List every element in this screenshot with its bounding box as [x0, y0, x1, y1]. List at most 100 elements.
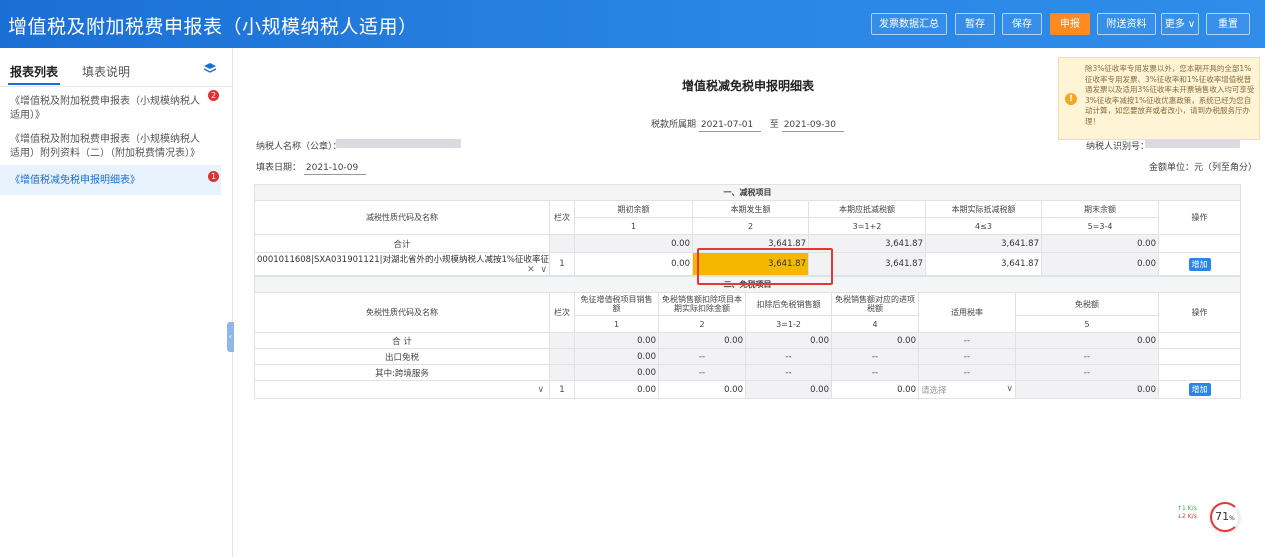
input-tax-input[interactable]: 0.00	[831, 380, 919, 399]
current-amount-input[interactable]: 3,641.87	[692, 252, 809, 276]
table-cell: --	[918, 364, 1016, 381]
table-row: 合 计 0.00 0.00 0.00 0.00 -- 0.00	[254, 332, 1242, 349]
column-subheader: 3=1-2	[745, 315, 832, 333]
chevron-down-icon[interactable]: ✕ ∨	[524, 265, 547, 275]
table-cell: 0.00	[1041, 252, 1159, 276]
reset-button[interactable]: 重置	[1206, 13, 1250, 35]
column-header: 栏次	[549, 292, 575, 333]
form-title: 增值税减免税申报明细表	[682, 79, 815, 93]
fill-date: 填表日期： 2021-10-09	[256, 160, 367, 175]
notice-text: 除3%征收率专用发票以外，您本期开具的全部1%征收率专用发票、3%征收率和1%征…	[1085, 64, 1255, 126]
table-cell: --	[658, 348, 746, 365]
taxpayer-name-label: 纳税人名称（公章）：	[256, 142, 342, 152]
temp-save-button[interactable]: 暂存	[955, 13, 995, 35]
tax-exemption-table: 二、免税项目 免税性质代码及名称 栏次 免征增值税项目销售额 免税销售额扣除项目…	[253, 276, 1242, 399]
sidebar-item-main-form[interactable]: 《增值税及附加税费申报表（小规模纳税人适用）》	[10, 95, 200, 123]
table-cell	[549, 332, 575, 349]
more-dropdown-button[interactable]: 更多 ∨	[1161, 13, 1199, 35]
table-row: 合计 0.00 3,641.87 3,641.87 3,641.87 0.00	[254, 234, 1241, 253]
sidebar-item-reduction-detail[interactable]: 《增值税减免税申报明细表》	[10, 174, 200, 188]
chevron-down-icon: ∨	[1006, 383, 1013, 394]
taxpayer-id-label: 纳税人识别号：	[1086, 142, 1150, 152]
table-cell: --	[918, 348, 1016, 365]
total-label: 合计	[254, 234, 550, 253]
active-tab-underline	[8, 83, 60, 85]
sidebar-item-attachment-two[interactable]: 《增值税及附加税费申报表（小规模纳税人适用）附列资料（二）（附加税费情况表）》	[10, 133, 200, 161]
table-cell: 0.00	[574, 348, 659, 365]
collapse-sidebar-handle[interactable]: ‹	[227, 322, 234, 352]
table-cell: 0.00	[831, 332, 919, 349]
error-count-badge: 1	[208, 171, 219, 182]
page-title: 增值税及附加税费申报表（小规模纳税人适用）	[8, 16, 418, 38]
period-to-field: 2021-09-30	[781, 120, 844, 132]
row-label: 出口免税	[254, 348, 550, 365]
period-from-field: 2021-07-01	[698, 120, 762, 132]
reduction-code-select[interactable]: 0001011608|SXA031901121|对湖北省外的小规模纳税人减按1%…	[254, 252, 550, 276]
add-row-button[interactable]: 增加	[1188, 257, 1211, 271]
chevron-down-icon[interactable]: ∨	[538, 385, 547, 395]
table-cell: --	[1015, 364, 1159, 381]
column-header: 免税销售额扣除项目本期实际扣除金额	[658, 291, 746, 317]
upload-speed: ↑1 K/s	[1177, 505, 1197, 512]
declare-button[interactable]: 申报	[1050, 13, 1090, 35]
table-row: 0001011608|SXA031901121|对湖北省外的小规模纳税人减按1%…	[254, 252, 1241, 276]
save-button[interactable]: 保存	[1002, 13, 1042, 35]
gauge-value: 71	[1215, 510, 1230, 523]
fill-date-label: 填表日期：	[256, 163, 302, 173]
column-header: 栏次	[549, 200, 575, 235]
column-subheader: 2	[658, 315, 746, 333]
taxpayer-name-redacted	[336, 139, 461, 148]
table-cell: 0.00	[574, 234, 693, 253]
period-to-label: 至	[769, 120, 779, 130]
table-row: 出口免税 0.00 -- -- -- -- --	[254, 348, 1242, 365]
column-header: 免税销售额对应的进项税额	[831, 291, 919, 317]
column-subheader: 3=1+2	[808, 217, 926, 235]
actual-deduction-input[interactable]: 3,641.87	[925, 252, 1042, 276]
column-header: 本期应抵减税额	[808, 200, 926, 218]
table-cell	[1158, 234, 1241, 253]
column-subheader: 5	[1015, 315, 1159, 333]
table-cell	[549, 364, 575, 381]
column-header: 减税性质代码及名称	[254, 200, 550, 235]
tax-reduction-table: 一、减税项目 减税性质代码及名称 栏次 期初余额 本期发生额 本期应抵减税额 本…	[254, 184, 1241, 276]
row-number: 1	[549, 380, 575, 399]
tax-rate-select[interactable]: 请选择 ∨	[918, 380, 1016, 399]
table-cell: 0.00	[1015, 332, 1159, 349]
column-header: 免税额	[1015, 291, 1159, 317]
tab-report-list[interactable]: 报表列表	[10, 63, 58, 80]
invoice-summary-button[interactable]: 发票数据汇总	[871, 13, 947, 35]
column-subheader: 5=3-4	[1041, 217, 1159, 235]
app-header: 增值税及附加税费申报表（小规模纳税人适用） 发票数据汇总 暂存 保存 申报 附送…	[0, 0, 1265, 48]
notice-tooltip: ! 除3%征收率专用发票以外，您本期开具的全部1%征收率专用发票、3%征收率和1…	[1058, 57, 1260, 140]
deduction-input[interactable]: 0.00	[658, 380, 746, 399]
download-speed: ↓2 K/s	[1177, 513, 1197, 520]
column-header: 期初余额	[574, 200, 693, 218]
more-label: 更多	[1164, 19, 1185, 30]
taxpayer-id-redacted	[1145, 139, 1240, 148]
chevron-down-icon: ∨	[1187, 19, 1196, 30]
row-label: 合 计	[254, 332, 550, 349]
table-cell: 0.00	[1015, 380, 1159, 399]
tab-fill-instructions[interactable]: 填表说明	[82, 63, 130, 80]
opening-balance-input[interactable]: 0.00	[574, 252, 693, 276]
column-subheader: 2	[692, 217, 809, 235]
column-subheader: 1	[574, 315, 659, 333]
table-cell: 3,641.87	[808, 252, 926, 276]
column-subheader: 4≤3	[925, 217, 1042, 235]
section-title: 一、减税项目	[254, 184, 1241, 201]
table-row: ∨ 1 0.00 0.00 0.00 0.00 请选择 ∨ 0.00 增加	[254, 380, 1242, 399]
section-title: 二、免税项目	[253, 276, 1242, 293]
gauge-unit: %	[1229, 515, 1235, 522]
table-cell: 3,641.87	[692, 234, 809, 253]
table-cell: 0.00	[574, 332, 659, 349]
report-sidebar: 报表列表 填表说明 《增值税及附加税费申报表（小规模纳税人适用）》 2 《增值税…	[0, 48, 233, 557]
table-cell: --	[831, 364, 919, 381]
attach-docs-button[interactable]: 附送资料	[1097, 13, 1156, 35]
exempt-sales-input[interactable]: 0.00	[574, 380, 659, 399]
performance-gauge[interactable]: 71%	[1210, 502, 1240, 532]
table-cell: 0.00	[574, 364, 659, 381]
row-number: 1	[549, 252, 575, 276]
add-row-button[interactable]: 增加	[1188, 383, 1211, 396]
exemption-code-select[interactable]: ∨	[254, 380, 550, 399]
layers-icon[interactable]	[203, 62, 217, 74]
